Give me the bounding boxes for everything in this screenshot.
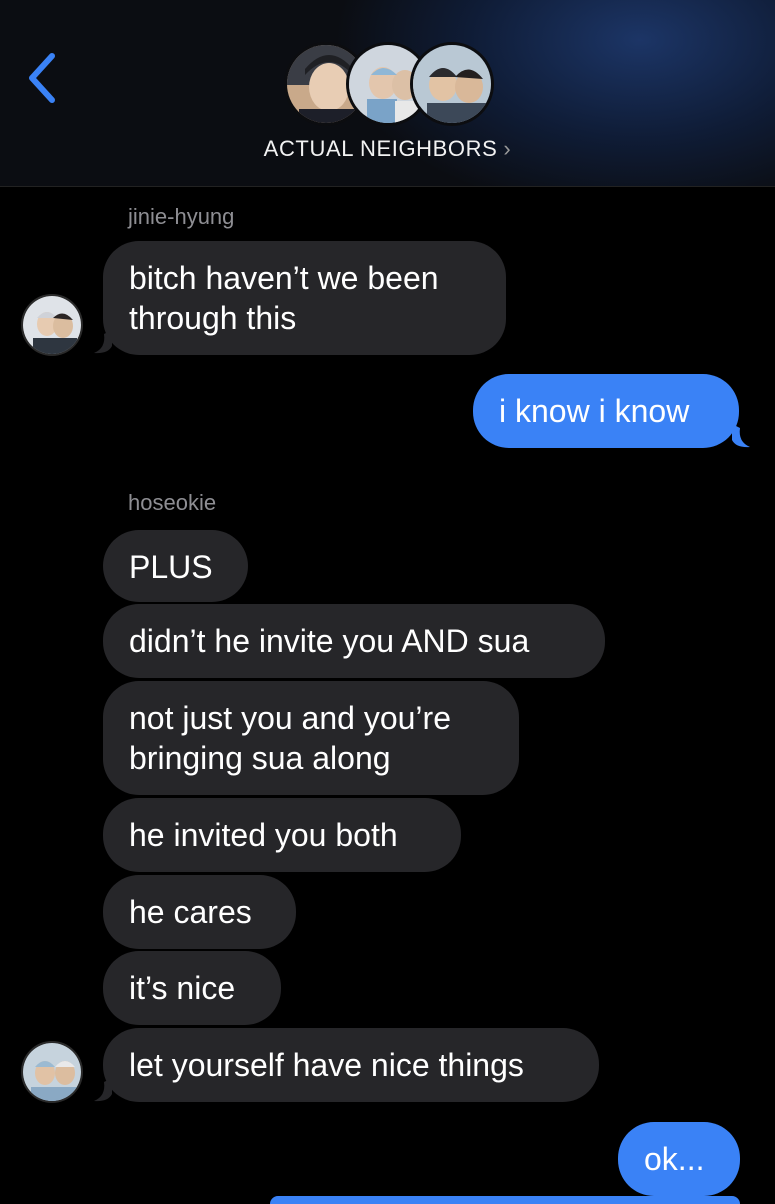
message-bubble[interactable]: didn’t he invite you AND sua	[103, 604, 605, 678]
back-button[interactable]	[22, 50, 62, 106]
sender-name: hoseokie	[128, 490, 217, 515]
message-bubble-outgoing-partial	[270, 1196, 740, 1204]
message-bubble[interactable]: let yourself have nice things	[103, 1028, 599, 1102]
message-text: it’s nice	[129, 970, 236, 1006]
message-text: didn’t he invite you AND sua	[129, 623, 530, 659]
message-bubble-outgoing[interactable]: ok...	[618, 1122, 740, 1196]
chevron-right-icon: ›	[503, 136, 512, 161]
message-text: i know i know	[499, 393, 690, 429]
message-bubble[interactable]: he cares	[103, 875, 296, 949]
message-text: through this	[129, 300, 297, 336]
message-text: ok...	[644, 1141, 705, 1177]
message-bubble[interactable]: it’s nice	[103, 951, 281, 1025]
bubble-tail	[94, 330, 112, 354]
bubble-tail	[94, 1078, 112, 1102]
message-text: PLUS	[129, 549, 213, 585]
message-bubble[interactable]: bitch haven’t we been through this	[103, 241, 506, 355]
message-bubble[interactable]: PLUS	[103, 530, 248, 602]
message-bubble-outgoing[interactable]: i know i know	[473, 374, 739, 448]
message-text: bringing sua along	[129, 740, 391, 776]
message-text: he invited you both	[129, 817, 398, 853]
message-bubble[interactable]: not just you and you’re bringing sua alo…	[103, 681, 519, 795]
conversation-header: ACTUAL NEIGHBORS ›	[0, 0, 775, 187]
group-name[interactable]: ACTUAL NEIGHBORS ›	[0, 136, 775, 162]
group-name-label: ACTUAL NEIGHBORS	[263, 136, 498, 161]
message-text: he cares	[129, 894, 252, 930]
bubble-tail	[732, 424, 750, 448]
chevron-left-icon	[29, 53, 55, 103]
avatar[interactable]	[21, 1041, 83, 1103]
message-text: not just you and you’re	[129, 700, 451, 736]
sender-name: jinie-hyung	[128, 204, 235, 229]
message-bubble[interactable]: he invited you both	[103, 798, 461, 872]
group-avatar-3	[410, 42, 494, 126]
message-text: bitch haven’t we been	[129, 260, 439, 296]
group-avatars[interactable]	[284, 42, 494, 128]
avatar[interactable]	[21, 294, 83, 356]
message-text: let yourself have nice things	[129, 1047, 524, 1083]
